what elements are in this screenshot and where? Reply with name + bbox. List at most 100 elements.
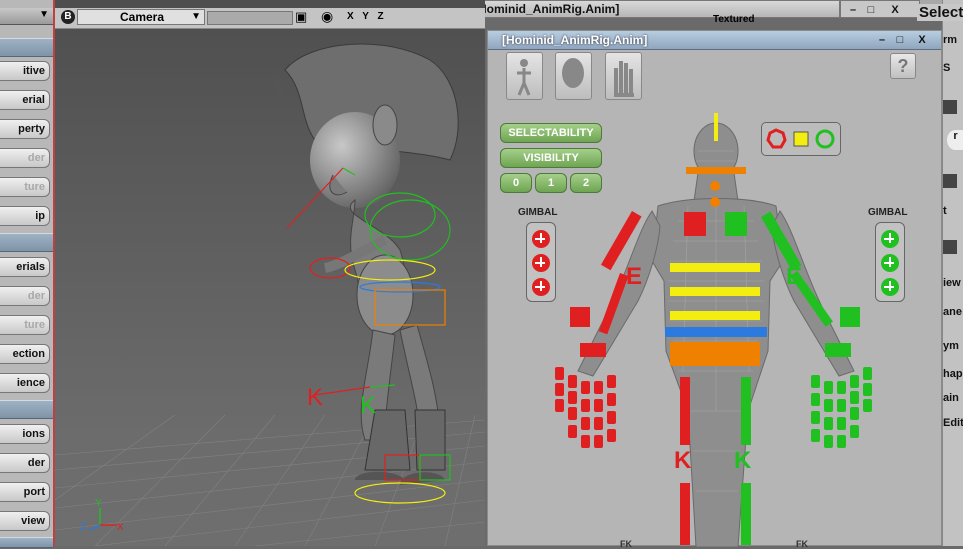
finger-left-control[interactable] — [594, 435, 603, 448]
shelf-button-property[interactable]: perty — [0, 119, 50, 139]
finger-left-control[interactable] — [594, 399, 603, 412]
finger-right-control[interactable] — [850, 391, 859, 404]
shin-left-control[interactable] — [680, 483, 690, 545]
3d-viewport[interactable]: K K Y X Z — [55, 0, 485, 546]
hip-bar-control[interactable] — [665, 327, 767, 337]
spine-3-control[interactable] — [670, 311, 760, 320]
shelf-button-ambience[interactable]: ience — [0, 373, 50, 393]
shelf-button-render[interactable]: der — [0, 453, 50, 473]
finger-left-control[interactable] — [555, 399, 564, 412]
shelf-button-selection[interactable]: ection — [0, 344, 50, 364]
finger-right-control[interactable] — [824, 399, 833, 412]
shelf-button-options[interactable]: ions — [0, 424, 50, 444]
shoulder-left-control[interactable] — [684, 212, 706, 236]
maximize-icon[interactable]: □ — [892, 33, 908, 47]
camera-select[interactable]: Camera ▼ — [77, 9, 205, 25]
right-strip-label[interactable]: t — [943, 205, 963, 217]
gimbal-right-1-icon[interactable] — [881, 230, 899, 248]
maximize-icon[interactable]: □ — [863, 3, 879, 17]
pelvis-control[interactable] — [670, 342, 760, 366]
minimize-icon[interactable]: – — [845, 3, 861, 17]
shelf-dropdown[interactable]: ▼ — [0, 8, 53, 25]
finger-left-control[interactable] — [555, 367, 564, 380]
shelf-button-texture-2[interactable]: ture — [0, 315, 50, 335]
finger-left-control[interactable] — [568, 391, 577, 404]
right-strip-label[interactable]: ym — [943, 340, 963, 352]
elbow-right-label[interactable]: E — [786, 263, 802, 291]
shelf-button-materials[interactable]: erials — [0, 257, 50, 277]
finger-right-control[interactable] — [863, 367, 872, 380]
level-0-button[interactable]: 0 — [500, 173, 532, 193]
finger-right-control[interactable] — [811, 411, 820, 424]
view-mode-button[interactable]: B — [61, 10, 75, 24]
finger-right-control[interactable] — [824, 381, 833, 394]
finger-right-control[interactable] — [824, 417, 833, 430]
grid-icon[interactable] — [943, 174, 957, 188]
finger-right-control[interactable] — [811, 393, 820, 406]
finger-right-control[interactable] — [837, 399, 846, 412]
shelf-button-export[interactable]: port — [0, 482, 50, 502]
wrist-left-control[interactable] — [580, 343, 606, 357]
finger-left-control[interactable] — [581, 435, 590, 448]
finger-left-control[interactable] — [568, 375, 577, 388]
shelf-button-clip[interactable]: ip — [0, 206, 50, 226]
elbow-pole-left-control[interactable] — [570, 307, 590, 327]
right-strip-label[interactable]: iew — [943, 277, 963, 289]
finger-right-control[interactable] — [824, 435, 833, 448]
shading-mode-label[interactable]: Textured — [713, 14, 755, 25]
finger-left-control[interactable] — [594, 381, 603, 394]
finger-right-control[interactable] — [850, 407, 859, 420]
finger-left-control[interactable] — [607, 429, 616, 442]
finger-left-control[interactable] — [594, 417, 603, 430]
neck-bar-control[interactable] — [686, 167, 746, 174]
face-view-button[interactable] — [555, 52, 592, 100]
finger-right-control[interactable] — [837, 417, 846, 430]
finger-right-control[interactable] — [850, 375, 859, 388]
thigh-right-control[interactable] — [741, 377, 751, 445]
shelf-button-shader[interactable]: der — [0, 148, 50, 168]
right-strip-label[interactable]: ain — [943, 392, 963, 404]
background-window-tab[interactable]: [Hominid_AnimRig.Anim] — — [458, 0, 856, 18]
eye-icon[interactable]: ◉ — [321, 8, 333, 25]
knee-right-label[interactable]: K — [734, 447, 751, 475]
finger-left-control[interactable] — [607, 393, 616, 406]
finger-right-control[interactable] — [811, 429, 820, 442]
shelf-button-view[interactable]: view — [0, 511, 50, 531]
finger-left-control[interactable] — [581, 399, 590, 412]
finger-left-control[interactable] — [555, 383, 564, 396]
head-control[interactable] — [714, 113, 718, 141]
finger-right-control[interactable] — [863, 383, 872, 396]
elbow-left-label[interactable]: E — [626, 263, 642, 291]
right-strip-label[interactable]: Edit — [943, 417, 963, 429]
neck-1-control[interactable] — [710, 181, 720, 191]
viewport-layout-buttons[interactable] — [207, 11, 293, 25]
finger-left-control[interactable] — [581, 417, 590, 430]
finger-right-control[interactable] — [837, 381, 846, 394]
right-strip-label[interactable]: S — [943, 62, 963, 74]
right-strip-label[interactable]: hap — [943, 368, 963, 380]
finger-left-control[interactable] — [581, 381, 590, 394]
neck-2-control[interactable] — [710, 197, 720, 207]
gimbal-right-2-icon[interactable] — [881, 254, 899, 272]
finger-left-control[interactable] — [607, 375, 616, 388]
shelf-section-header[interactable] — [0, 400, 53, 419]
shelf-button-material[interactable]: erial — [0, 90, 50, 110]
shoulder-right-control[interactable] — [725, 212, 747, 236]
gimbal-right-3-icon[interactable] — [881, 278, 899, 296]
camera-icon[interactable]: ▣ — [295, 9, 307, 25]
hand-view-button[interactable] — [605, 52, 642, 100]
select-menu[interactable]: Select — [917, 4, 963, 21]
finger-right-control[interactable] — [850, 425, 859, 438]
right-strip-label[interactable]: r — [947, 130, 963, 150]
wrist-right-control[interactable] — [825, 343, 851, 357]
shelf-section-header[interactable] — [0, 537, 53, 548]
right-strip-label[interactable]: ane — [943, 306, 963, 318]
shin-right-control[interactable] — [741, 483, 751, 545]
finger-left-control[interactable] — [568, 407, 577, 420]
axis-toggle-labels[interactable]: X Y Z — [347, 11, 387, 22]
close-icon[interactable]: X — [914, 33, 930, 47]
grid-icon[interactable] — [943, 240, 957, 254]
shelf-button-primitive[interactable]: itive — [0, 61, 50, 81]
finger-right-control[interactable] — [811, 375, 820, 388]
knee-left-label[interactable]: K — [674, 447, 691, 475]
